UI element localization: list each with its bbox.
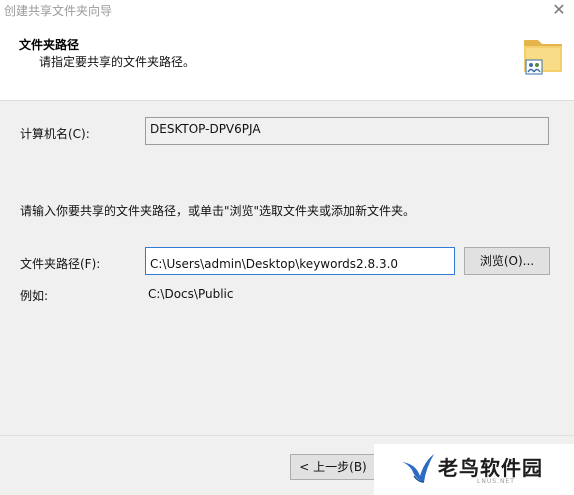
- window-title: 创建共享文件夹向导: [4, 4, 113, 18]
- folder-path-input[interactable]: [145, 247, 455, 275]
- watermark-url: LNUS.NET: [477, 478, 515, 485]
- computer-name-field: DESKTOP-DPV6PJA: [145, 117, 549, 145]
- wizard-content: 计算机名(C): DESKTOP-DPV6PJA 请输入你要共享的文件夹路径，或…: [0, 101, 574, 435]
- shared-folder-icon: [524, 40, 562, 75]
- example-label: 例如:: [20, 289, 49, 303]
- browse-button[interactable]: 浏览(O)...: [464, 247, 550, 275]
- bird-logo-icon: [402, 454, 434, 483]
- page-title: 文件夹路径: [19, 38, 80, 52]
- watermark-name: 老鸟软件园: [438, 456, 543, 480]
- title-bar: 创建共享文件夹向导 ✕: [0, 0, 574, 22]
- close-button[interactable]: ✕: [544, 0, 574, 22]
- wizard-header: 文件夹路径 请指定要共享的文件夹路径。: [0, 22, 574, 100]
- folder-path-label: 文件夹路径(F):: [20, 257, 101, 271]
- watermark-logo: 老鸟软件园 LNUS.NET: [374, 444, 574, 495]
- instruction-text: 请输入你要共享的文件夹路径，或单击"浏览"选取文件夹或添加新文件夹。: [20, 204, 416, 218]
- computer-name-label: 计算机名(C):: [20, 127, 90, 141]
- example-path: C:\Docs\Public: [148, 287, 234, 301]
- page-subtitle: 请指定要共享的文件夹路径。: [39, 55, 196, 69]
- back-button[interactable]: < 上一步(B): [290, 454, 376, 480]
